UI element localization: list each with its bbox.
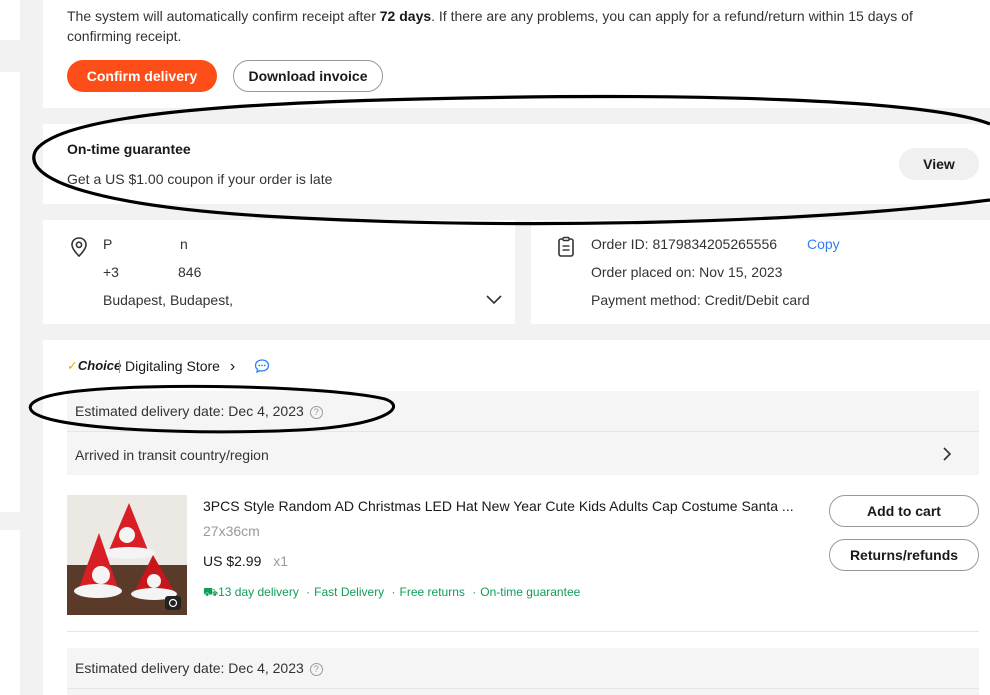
estimated-delivery-text: Estimated delivery date: Dec 4, 2023: [75, 403, 304, 419]
tag-separator: ·: [472, 585, 477, 599]
chat-bubble-icon[interactable]: [254, 358, 270, 374]
delivery-box-divider-2: [67, 688, 979, 689]
notice-text-before: The system will automatically confirm re…: [67, 8, 380, 24]
product-title[interactable]: 3PCS Style Random AD Christmas LED Hat N…: [203, 498, 794, 514]
choice-badge: ✓Choice: [67, 358, 121, 374]
quantity: x1: [273, 553, 289, 569]
guarantee-title: On-time guarantee: [67, 141, 191, 157]
product-service-tags: ⛟13 day delivery · Fast Delivery · Free re…: [203, 585, 580, 601]
address-city: Budapest, Budapest,: [103, 292, 233, 308]
tag-on-time-guarantee: On-time guarantee: [480, 585, 581, 599]
store-name: Digitaling Store: [125, 358, 220, 374]
auto-confirm-notice: The system will automatically confirm re…: [67, 6, 972, 46]
badge-divider: [119, 360, 120, 373]
guarantee-view-button[interactable]: View: [899, 148, 979, 180]
delivery-status-text: Arrived in transit country/region: [75, 447, 269, 463]
store-name-link[interactable]: Digitaling Store ›: [125, 358, 235, 376]
guarantee-description: Get a US $1.00 coupon if your order is l…: [67, 171, 333, 187]
estimated-delivery-date-2: Estimated delivery date: Dec 4, 2023?: [75, 660, 323, 676]
notice-days: 72 days: [379, 8, 432, 24]
download-invoice-button[interactable]: Download invoice: [233, 60, 383, 92]
estimated-delivery-text-2: Estimated delivery date: Dec 4, 2023: [75, 660, 304, 676]
left-column-mid: [0, 72, 20, 512]
help-icon[interactable]: ?: [309, 406, 323, 419]
confirm-delivery-button[interactable]: Confirm delivery: [67, 60, 217, 92]
returns-refunds-button[interactable]: Returns/refunds: [829, 539, 979, 571]
product-row-divider: [67, 631, 979, 632]
left-column-top: [0, 0, 20, 40]
estimated-delivery-date: Estimated delivery date: Dec 4, 2023?: [75, 403, 323, 419]
tag-separator: ·: [391, 585, 396, 599]
product-image[interactable]: [67, 495, 187, 615]
add-to-cart-button[interactable]: Add to cart: [829, 495, 979, 527]
order-placed-date: Order placed on: Nov 15, 2023: [591, 264, 783, 280]
address-phone-start: +3: [103, 264, 119, 280]
santa-hats-illustration: [67, 495, 187, 615]
product-variant: 27x36cm: [203, 523, 260, 539]
chevron-down-icon[interactable]: [485, 293, 503, 307]
order-id: Order ID: 8179834205265556: [591, 236, 778, 252]
delivery-box-divider: [67, 431, 979, 432]
delivery-truck-icon: ⛟: [203, 585, 219, 599]
tag-separator: ·: [306, 585, 311, 599]
payment-method: Payment method: Credit/Debit card: [591, 292, 810, 308]
copy-order-id-link[interactable]: Copy: [807, 236, 840, 252]
chevron-right-icon[interactable]: [940, 446, 954, 462]
tag-free-returns: Free returns: [399, 585, 465, 599]
price-value: US $2.99: [203, 553, 262, 569]
tag-delivery-days: 13 day delivery: [218, 585, 299, 599]
address-phone-end: 846: [178, 264, 202, 280]
order-document-icon: [558, 236, 574, 257]
choice-check-icon: ✓: [67, 358, 78, 373]
left-column-bottom: [0, 530, 20, 695]
tag-fast-delivery: Fast Delivery: [314, 585, 385, 599]
store-chevron-icon: ›: [229, 358, 236, 375]
location-pin-icon: [71, 237, 87, 258]
help-icon[interactable]: ?: [309, 663, 323, 676]
address-name-start: P: [103, 236, 113, 252]
choice-badge-label: Choice: [77, 358, 122, 373]
address-name-end: n: [180, 236, 188, 252]
guarantee-panel: [43, 124, 990, 204]
product-price: US $2.99 x1: [203, 553, 288, 569]
